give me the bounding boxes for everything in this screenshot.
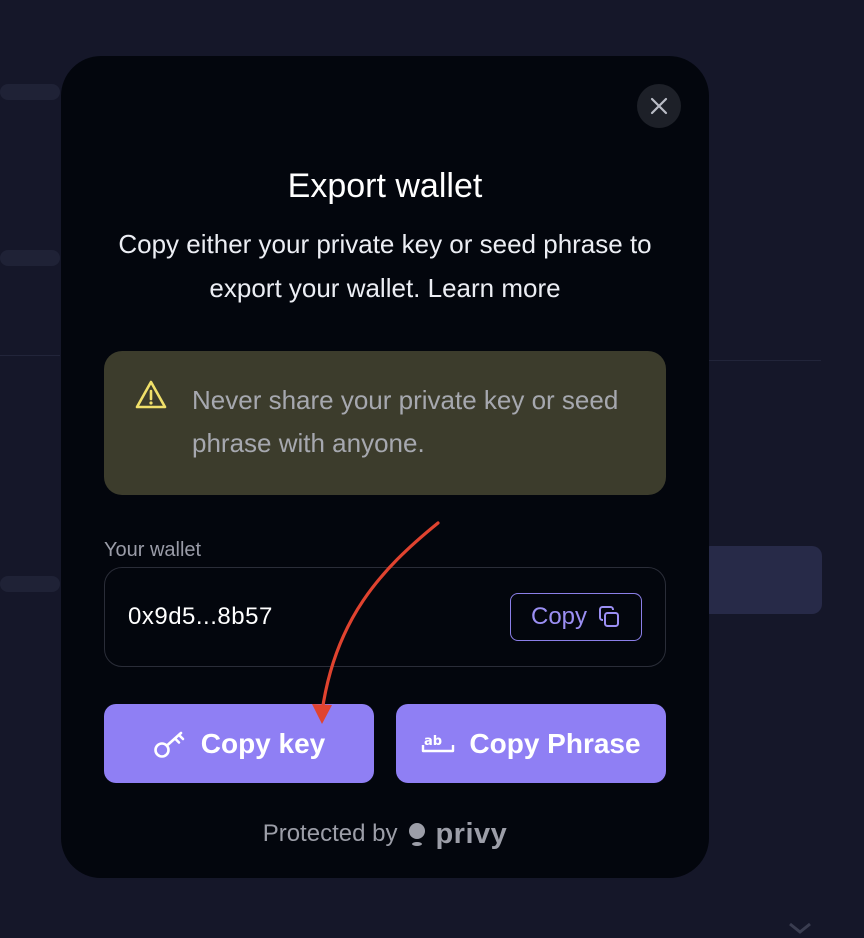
copy-icon [599,606,620,627]
export-wallet-modal: Export wallet Copy either your private k… [61,56,709,878]
modal-title: Export wallet [287,167,483,205]
protected-by-text: Protected by [262,820,398,847]
background-divider [0,355,60,356]
modal-subtitle: Copy either your private key or seed phr… [101,222,669,310]
copy-address-button[interactable]: Copy [510,593,642,641]
background-text-fragment [0,250,60,266]
copy-button-label: Copy [530,603,588,630]
copy-phrase-button[interactable]: ab Copy Phrase [396,704,666,783]
key-icon [153,731,185,758]
background-divider [709,360,821,361]
privy-wordmark: privy [435,818,508,850]
copy-key-label: Copy key [200,727,326,759]
protected-by-footer: Protected by privy [61,818,709,850]
svg-text:ab: ab [424,734,442,749]
text-ab-icon: ab [422,734,455,752]
close-button[interactable] [637,84,681,128]
background-text-fragment [0,84,60,100]
background-text-fragment [0,576,60,592]
wallet-address: 0x9d5...8b57 [128,603,273,630]
subtitle-text: Copy either your private key or seed phr… [118,229,652,303]
background-chevron-icon [789,922,811,934]
close-icon [650,97,668,115]
wallet-label: Your wallet [104,539,202,561]
background-button [700,546,822,614]
privy-logo: privy [407,818,507,850]
copy-phrase-label: Copy Phrase [469,727,641,759]
warning-triangle-icon [135,380,167,409]
warning-banner: Never share your private key or seed phr… [104,351,666,495]
learn-more-link[interactable]: Learn more [428,273,561,303]
copy-key-button[interactable]: Copy key [104,704,374,783]
privy-mark-icon [409,823,426,846]
wallet-address-box: 0x9d5...8b57 Copy [104,567,666,667]
warning-text: Never share your private key or seed phr… [192,385,619,458]
